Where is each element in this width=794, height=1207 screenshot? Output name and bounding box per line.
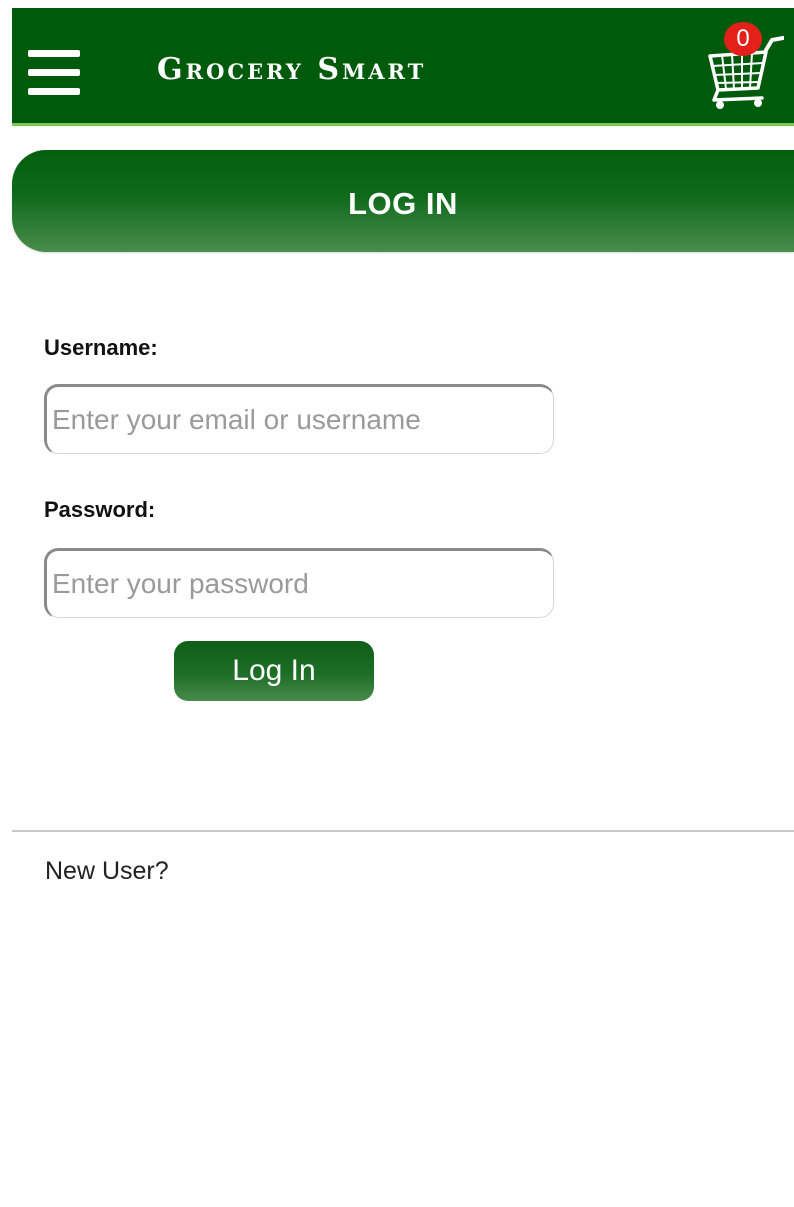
menu-bar [28,50,80,57]
password-label: Password: [44,497,156,522]
login-page: Grocery Smart 0 LOG IN Username: Enter y… [0,0,794,1207]
page-title: LOG IN [348,186,458,221]
hamburger-menu-icon[interactable] [28,50,80,98]
log-in-button[interactable]: Log In [174,641,374,701]
app-title: Grocery Smart [157,52,427,87]
cart-count-badge: 0 [724,22,762,56]
page-title-bar: LOG IN [12,150,794,252]
new-user-link[interactable]: New User? [45,857,169,886]
password-input[interactable] [44,548,554,618]
section-divider [12,830,794,832]
username-input[interactable] [44,384,554,454]
menu-bar [28,69,80,76]
menu-bar [28,88,80,95]
app-header: Grocery Smart 0 [12,8,794,126]
cart-button[interactable]: 0 [700,22,784,110]
username-label: Username: [44,335,158,360]
